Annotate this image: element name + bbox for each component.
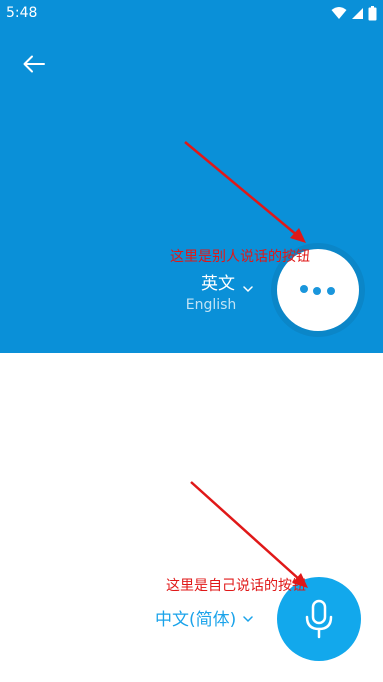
signal-icon — [352, 7, 363, 19]
other-language-primary: 英文 — [201, 274, 235, 294]
other-speaker-panel: 5:48 英文 English — [0, 0, 383, 353]
arrow-to-mic-button — [190, 481, 308, 588]
status-icons — [331, 4, 377, 22]
chevron-down-icon — [243, 286, 253, 293]
other-button-annotation: 这里是别人说话的按钮 — [170, 249, 310, 265]
other-language-secondary: English — [185, 297, 237, 313]
mic-button-annotation: 这里是自己说话的按钮 — [166, 578, 306, 594]
wifi-icon — [331, 7, 347, 19]
self-language-selector[interactable]: 中文(简体) — [155, 609, 236, 631]
more-dots-icon — [300, 285, 335, 295]
microphone-icon — [305, 599, 333, 639]
back-button[interactable] — [18, 48, 50, 80]
chevron-down-icon — [243, 616, 253, 623]
status-bar: 5:48 — [0, 0, 383, 26]
translator-screen: 5:48 英文 English 中文(简体) 这里是别人说话的按钮 这里是自己说… — [0, 0, 383, 682]
status-time: 5:48 — [6, 5, 38, 21]
battery-icon — [368, 5, 377, 20]
back-arrow-icon — [23, 55, 45, 73]
other-language-selector[interactable]: 英文 English — [178, 272, 258, 314]
self-language-label: 中文(简体) — [155, 610, 237, 630]
